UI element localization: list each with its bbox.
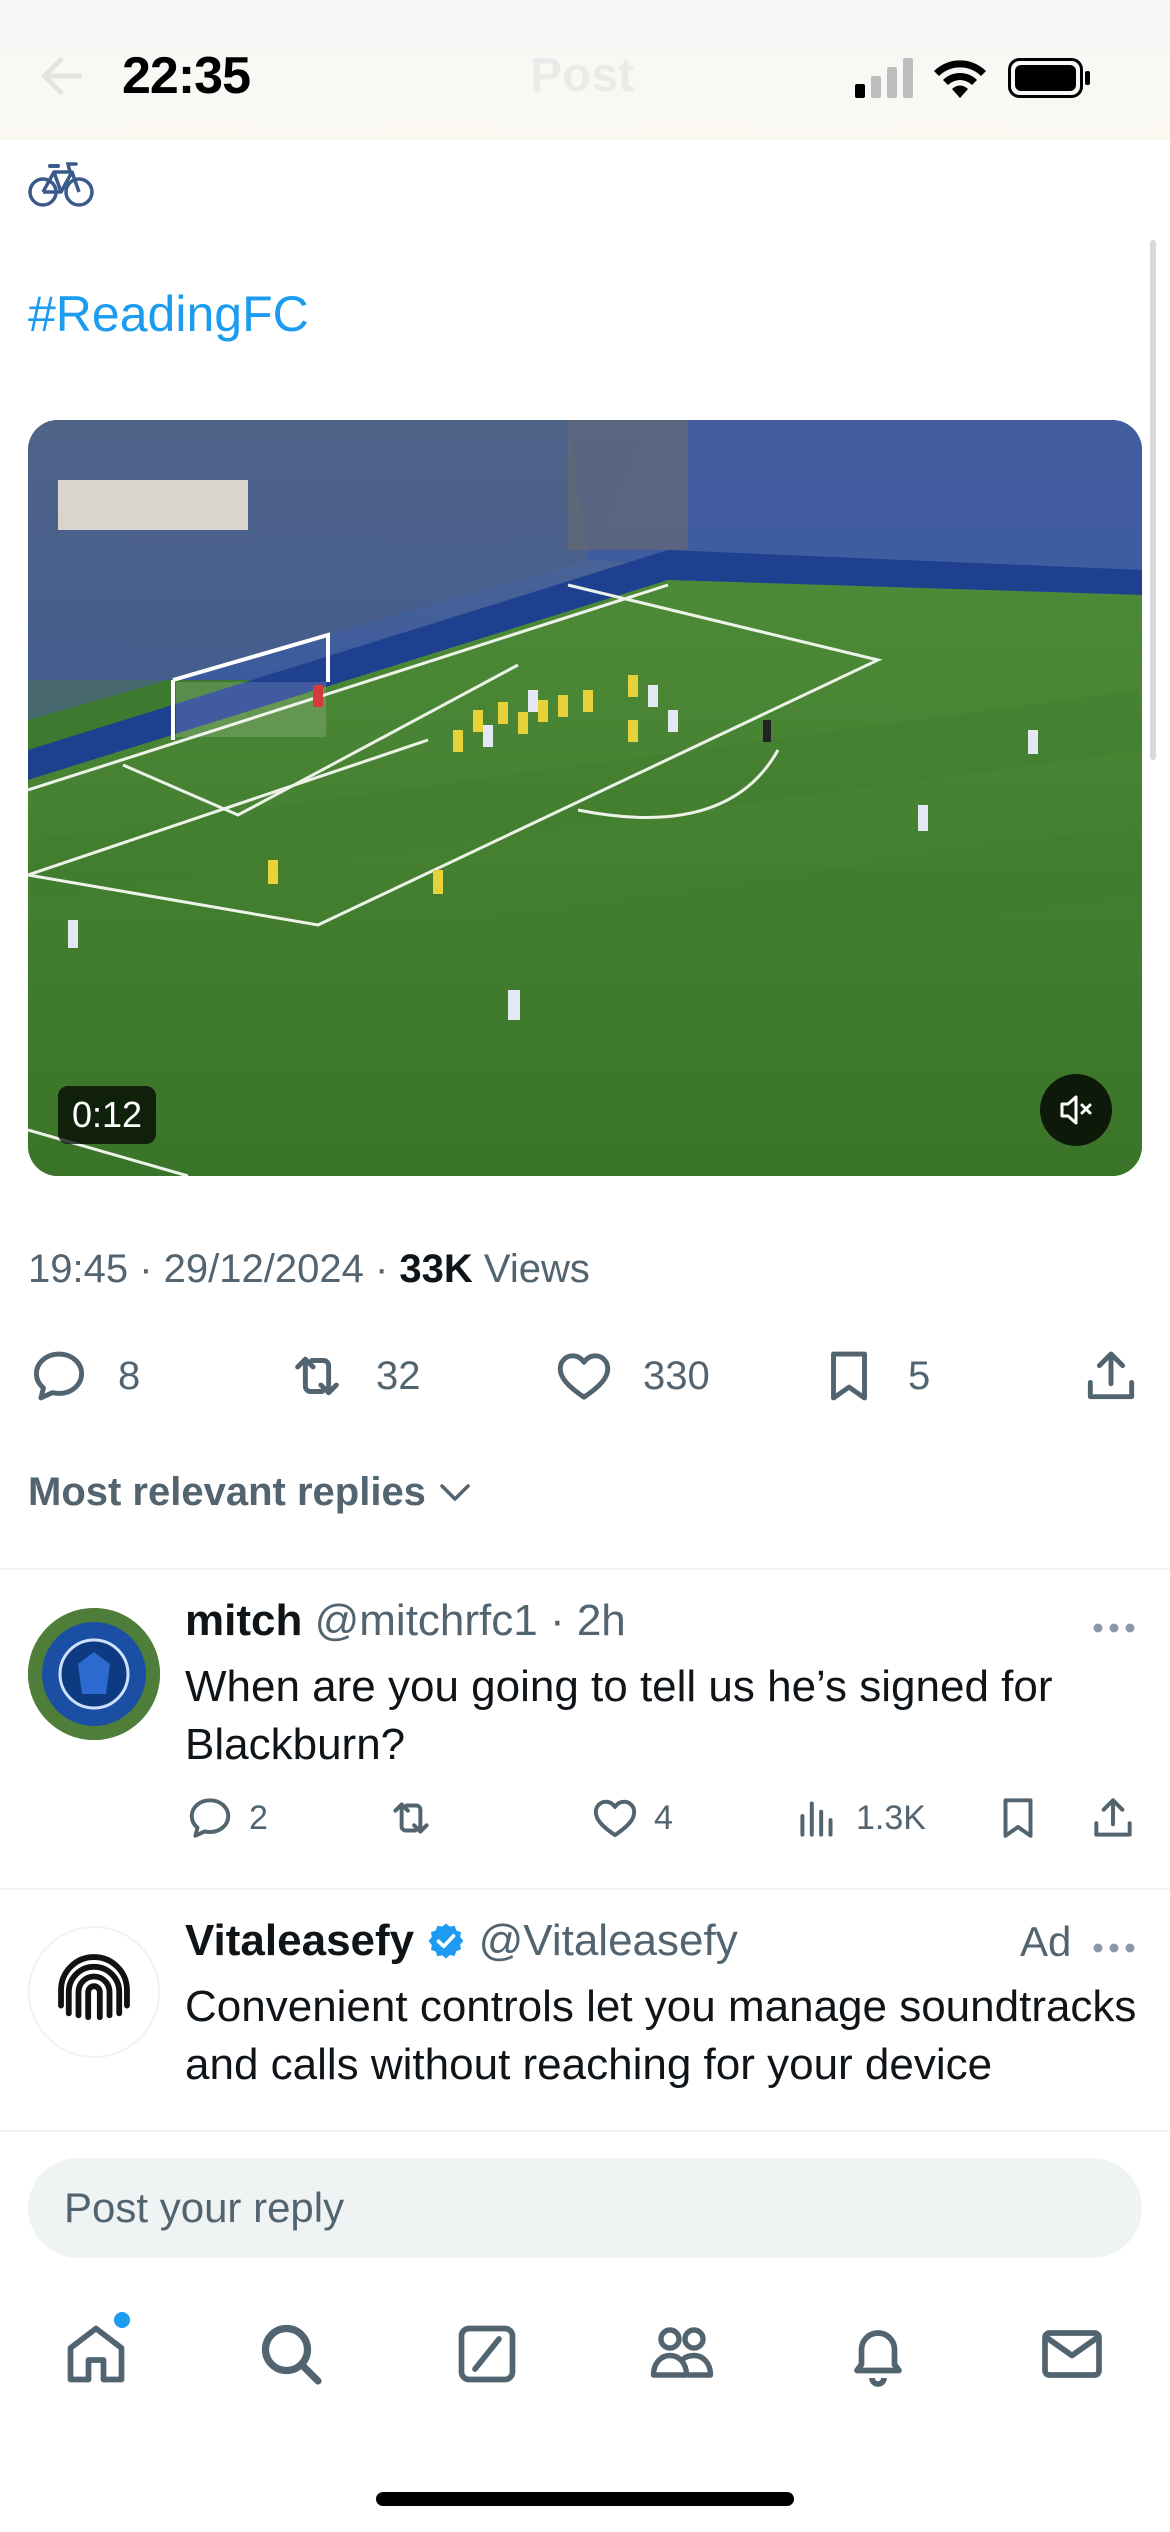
ad-label: Ad	[1020, 1918, 1072, 1965]
heart-icon	[593, 1799, 637, 1838]
reply-views-button[interactable]: 1.3K	[792, 1788, 926, 1848]
reply-author[interactable]: Vitaleasefy @Vitaleasefy	[185, 1916, 738, 1966]
tab-communities[interactable]	[646, 2318, 718, 2390]
header-title: Post	[530, 49, 635, 102]
reply-time: · 2h	[537, 1596, 626, 1645]
promoted-text: Convenient controls let you manage sound…	[185, 1982, 1137, 2089]
views-count[interactable]: 33K	[399, 1247, 472, 1291]
tab-search[interactable]	[255, 2318, 327, 2390]
more-options-icon[interactable]	[1092, 1942, 1136, 1954]
bookmark-button[interactable]: 5	[818, 1340, 930, 1412]
promoted-item[interactable]: Vitaleasefy @Vitaleasefy Ad Convenient c…	[0, 1890, 1170, 2130]
communities-icon	[650, 2327, 714, 2378]
reply-author[interactable]: mitch @mitchrfc1 · 2h	[185, 1596, 626, 1646]
analytics-icon	[800, 1801, 833, 1837]
views-label: Views	[472, 1247, 590, 1291]
reply-reply-count: 2	[249, 1798, 268, 1837]
tweet-timestamp: 19:45 · 29/12/2024 ·	[28, 1247, 400, 1291]
reply-count: 8	[118, 1353, 141, 1398]
repost-count: 32	[376, 1353, 421, 1398]
reply-icon	[189, 1798, 231, 1838]
reply-sort-selector[interactable]: Most relevant replies	[28, 1470, 474, 1515]
reply-bookmark-button[interactable]	[993, 1788, 1043, 1848]
hashtag-link[interactable]: #ReadingFC	[28, 285, 309, 343]
bicycle-icon	[28, 162, 94, 207]
heart-icon	[557, 1353, 611, 1400]
tab-home[interactable]	[60, 2318, 132, 2390]
chevron-down-icon	[440, 1483, 470, 1501]
battery-icon	[1008, 58, 1090, 98]
reply-text: When are you going to tell us he’s signe…	[185, 1662, 1053, 1769]
tweet-meta: 19:45 · 29/12/2024 · 33K Views	[28, 1247, 590, 1292]
fingerprint-logo-icon	[58, 1954, 130, 2021]
bookmark-icon	[1003, 1798, 1033, 1838]
tab-grok[interactable]	[451, 2318, 523, 2390]
repost-icon	[295, 1356, 339, 1396]
avatar-image	[28, 1608, 160, 1740]
like-button[interactable]: 330	[553, 1340, 710, 1412]
mute-button[interactable]	[1040, 1074, 1112, 1146]
status-time: 22:35	[122, 47, 251, 105]
cellular-signal-icon	[855, 58, 913, 98]
reply-views-count: 1.3K	[856, 1798, 926, 1837]
bottom-area: Post your reply	[0, 2130, 1170, 2532]
reply-author-name[interactable]: mitch	[185, 1596, 302, 1645]
avatar[interactable]	[28, 1608, 160, 1740]
verified-badge-icon	[428, 1923, 464, 1959]
more-options-icon[interactable]	[1092, 1622, 1136, 1634]
reply-repost-button[interactable]	[386, 1788, 450, 1848]
home-indicator[interactable]	[376, 2492, 794, 2506]
reply-button[interactable]: 8	[28, 1340, 140, 1412]
home-notification-dot	[114, 2312, 130, 2328]
wifi-icon	[934, 60, 986, 98]
reply-item[interactable]: mitch @mitchrfc1 · 2h When are you going…	[0, 1570, 1170, 1888]
home-icon	[67, 2325, 125, 2383]
grok-icon	[458, 2325, 516, 2383]
avatar[interactable]	[28, 1926, 160, 2058]
reply-sort-label: Most relevant replies	[28, 1470, 426, 1514]
envelope-icon	[1042, 2330, 1102, 2378]
reply-icon	[33, 1351, 85, 1401]
tab-notifications[interactable]	[842, 2318, 914, 2390]
reply-like-count: 4	[654, 1798, 673, 1837]
reply-composer-input[interactable]: Post your reply	[28, 2158, 1142, 2258]
search-icon	[261, 2324, 322, 2385]
reply-share-button[interactable]	[1088, 1788, 1138, 1848]
back-arrow-icon[interactable]	[32, 46, 92, 106]
reply-reply-button[interactable]: 2	[185, 1788, 268, 1848]
repost-button[interactable]: 32	[286, 1340, 421, 1412]
reply-author-name[interactable]: Vitaleasefy	[185, 1916, 414, 1965]
tweet-action-bar: 8 32 330 5	[0, 1340, 1170, 1412]
bookmark-count: 5	[908, 1353, 931, 1398]
tab-messages[interactable]	[1036, 2318, 1108, 2390]
share-button[interactable]	[1080, 1340, 1142, 1412]
video-player[interactable]: 0:12	[28, 420, 1142, 1176]
reply-author-handle[interactable]: @Vitaleasefy	[479, 1916, 738, 1965]
share-icon	[1087, 1351, 1135, 1400]
reply-action-bar: 2 4 1.3K	[0, 1788, 1170, 1848]
bell-icon	[854, 2330, 902, 2387]
status-bar: Post 22:35	[0, 0, 1170, 140]
repost-icon	[393, 1802, 429, 1834]
like-count: 330	[643, 1353, 710, 1398]
reply-author-handle[interactable]: @mitchrfc1	[315, 1596, 538, 1645]
video-duration: 0:12	[58, 1086, 157, 1144]
reply-like-button[interactable]: 4	[590, 1788, 673, 1848]
video-frame	[28, 420, 1142, 1176]
speaker-muted-icon	[1060, 1095, 1092, 1125]
scrollbar[interactable]	[1150, 240, 1156, 760]
bookmark-icon	[831, 1351, 867, 1401]
share-icon	[1094, 1798, 1132, 1837]
